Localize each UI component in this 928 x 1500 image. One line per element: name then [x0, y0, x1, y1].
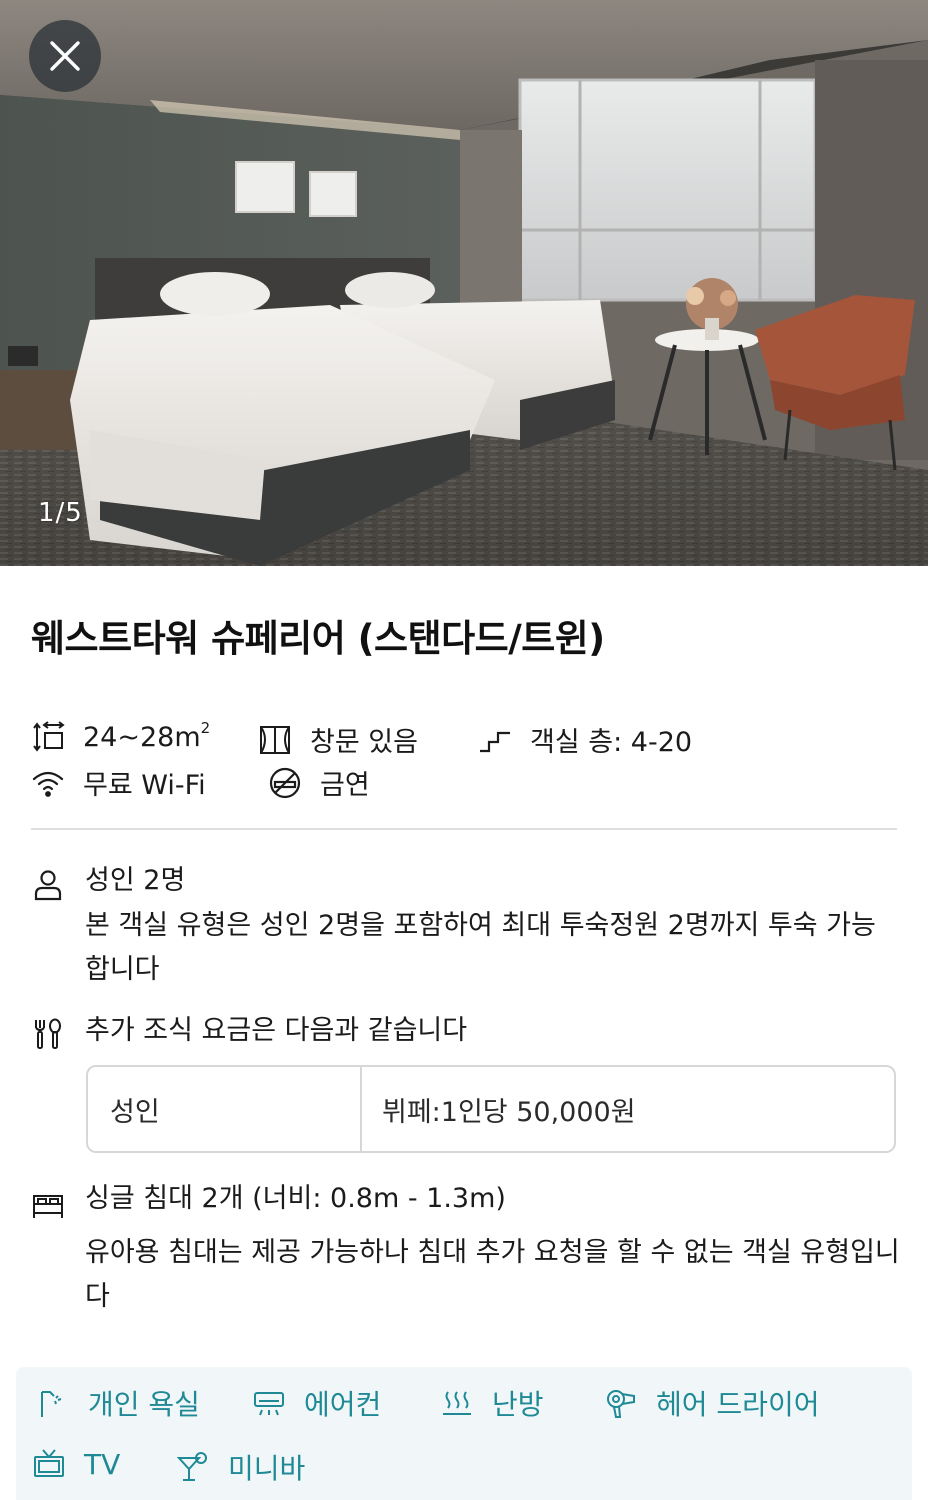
feature-wifi: 무료 Wi-Fi [31, 763, 206, 802]
hair-dryer-icon [604, 1386, 638, 1420]
bed-title: 싱글 침대 2개 (너비: 0.8m - 1.3m) [85, 1183, 506, 1214]
divider [31, 828, 897, 830]
amenity-air-conditioner: 에어컨 [252, 1383, 381, 1423]
no-smoking-icon [268, 766, 302, 800]
feature-window: 창문 있음 [258, 720, 418, 759]
feature-floor: 객실 층: 4-20 [478, 720, 692, 759]
window-icon [258, 723, 292, 757]
wifi-icon [31, 766, 65, 800]
room-size-value: 24~28m [83, 721, 201, 753]
breakfast-price-table: 성인 뷔페:1인당 50,000원 [86, 1065, 896, 1153]
occupancy-description: 본 객실 유형은 성인 2명을 포함하여 최대 투숙정원 2명까지 투숙 가능합… [85, 910, 876, 985]
amenity-hair-dryer: 헤어 드라이어 [604, 1383, 819, 1423]
wifi-label: 무료 Wi-Fi [83, 770, 206, 801]
air-conditioner-icon [252, 1386, 286, 1420]
room-size-icon [31, 720, 65, 754]
breakfast-title: 추가 조식 요금은 다음과 같습니다 [85, 1015, 468, 1046]
close-icon [50, 41, 80, 71]
amenity-label: 난방 [492, 1388, 544, 1421]
price-amount: 뷔페:1인당 50,000원 [382, 1096, 636, 1128]
bed-icon [31, 1187, 65, 1221]
room-photo [0, 0, 928, 566]
close-button[interactable] [29, 20, 101, 92]
person-icon [31, 868, 65, 902]
amenity-heating: 난방 [440, 1383, 544, 1423]
amenity-tv: TV [32, 1447, 120, 1481]
floor-label: 객실 층: 4-20 [530, 727, 693, 758]
room-photo-gallery[interactable]: 1/5 [0, 0, 928, 566]
window-label: 창문 있음 [310, 727, 418, 758]
amenity-label: 개인 욕실 [88, 1388, 200, 1421]
amenity-label: 미니바 [228, 1452, 306, 1485]
amenities-panel: 개인 욕실 에어컨 난방 헤어 드라이어 TV 미니바 [16, 1367, 912, 1500]
room-size-unit: 2 [200, 718, 211, 737]
amenity-label: TV [84, 1447, 121, 1481]
cutlery-icon [31, 1017, 65, 1051]
stairs-icon [478, 723, 512, 757]
no-smoking-label: 금연 [320, 770, 370, 801]
photo-counter: 1/5 [38, 498, 83, 528]
shower-icon [36, 1386, 70, 1420]
cocktail-icon [176, 1450, 210, 1484]
heating-icon [440, 1386, 474, 1420]
price-guest-type: 성인 [88, 1067, 362, 1151]
room-title: 웨스트타워 슈페리어 (스탠다드/트윈) [31, 617, 605, 660]
amenity-label: 에어컨 [304, 1388, 382, 1421]
feature-no-smoking: 금연 [268, 763, 370, 802]
amenity-label: 헤어 드라이어 [656, 1388, 820, 1421]
amenity-minibar: 미니바 [176, 1447, 305, 1487]
amenity-private-bathroom: 개인 욕실 [36, 1383, 200, 1423]
tv-icon [32, 1447, 66, 1481]
feature-room-size: 24~28m2 [31, 718, 211, 754]
bed-description: 유아용 침대는 제공 가능하나 침대 추가 요청을 할 수 없는 객실 유형입니… [85, 1237, 900, 1312]
occupancy-title: 성인 2명 [85, 865, 186, 896]
